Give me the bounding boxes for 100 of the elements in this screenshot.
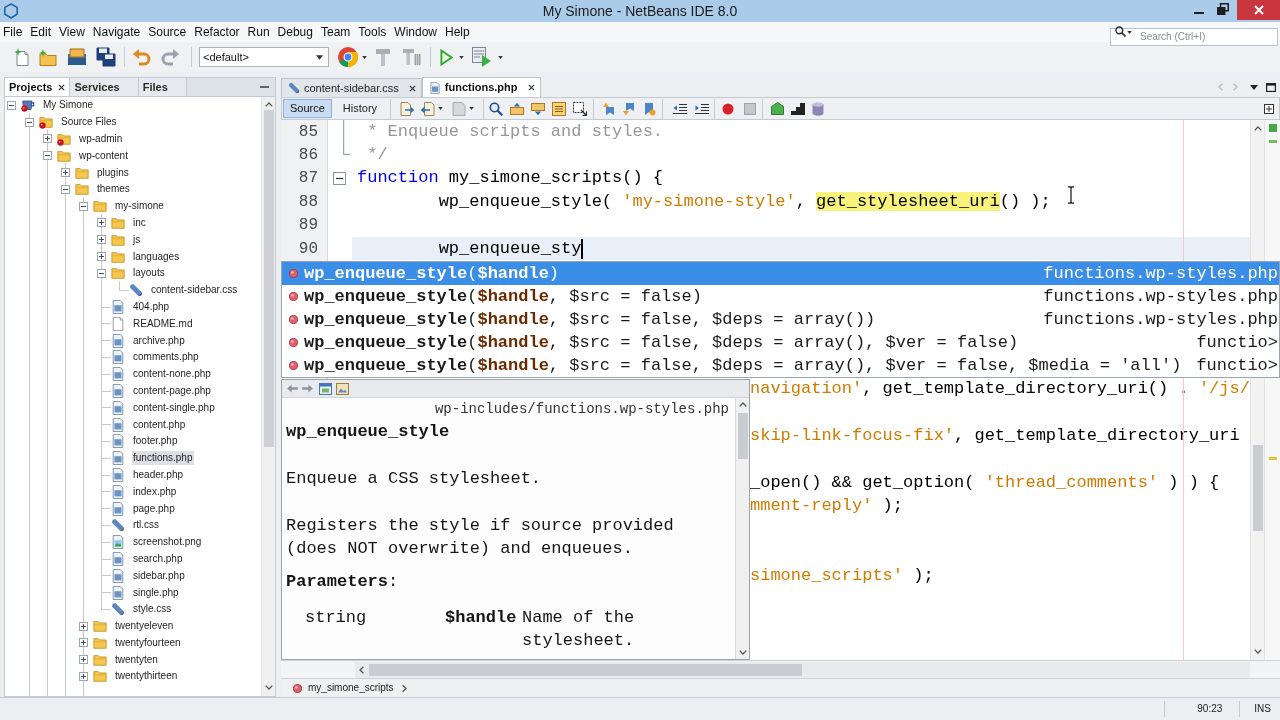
tree-item[interactable]: page.php [132, 501, 176, 516]
record-icon[interactable] [722, 102, 735, 115]
restore-icon[interactable] [1217, 3, 1229, 15]
scrollbar-thumb[interactable] [1252, 445, 1263, 531]
editor-tab[interactable]: functions.php [421, 77, 541, 97]
browser-icon[interactable] [338, 47, 358, 67]
highlight-icon[interactable] [552, 101, 567, 116]
tree-item[interactable]: sidebar.php [132, 568, 186, 583]
save-all-icon[interactable] [96, 47, 116, 67]
tree-item[interactable]: 404.php [132, 299, 171, 314]
image-icon[interactable] [336, 382, 349, 395]
menu-item[interactable]: Window [391, 24, 441, 40]
collapse-icon[interactable] [97, 268, 106, 278]
tree-item[interactable]: content-none.php [132, 367, 212, 382]
tree-item[interactable]: js [132, 232, 142, 247]
expand-icon[interactable] [97, 235, 106, 245]
scroll-down-icon[interactable] [738, 650, 747, 655]
menu-item[interactable]: File [0, 24, 26, 40]
menu-item[interactable]: Navigate [89, 24, 144, 40]
scroll-down-icon[interactable] [264, 685, 273, 690]
scroll-left-icon[interactable] [359, 665, 364, 674]
caret-icon[interactable] [459, 55, 464, 59]
selection-icon[interactable] [573, 101, 588, 116]
view-tab[interactable]: History [335, 99, 385, 118]
tree-item[interactable]: content.php [132, 417, 187, 432]
tree-item[interactable]: functions.php [132, 451, 194, 466]
play-icon[interactable] [440, 48, 453, 66]
scroll-down-icon[interactable] [1253, 649, 1262, 654]
caret-icon[interactable] [469, 107, 475, 110]
tree-item[interactable]: layouts [132, 266, 166, 281]
tree-item[interactable]: index.php [132, 484, 178, 499]
scroll-up-icon[interactable] [1253, 126, 1262, 131]
scroll-up-icon[interactable] [264, 102, 273, 107]
menu-item[interactable]: View [56, 24, 88, 40]
tree-item[interactable]: plugins [96, 165, 130, 180]
scrollbar-thumb[interactable] [737, 413, 748, 459]
tree-item[interactable]: my-simone [114, 199, 165, 214]
expand-icon[interactable] [79, 638, 88, 648]
menu-item[interactable]: Debug [274, 24, 316, 40]
dropdown-icon[interactable] [1250, 85, 1258, 90]
panel-tab[interactable]: Projects [5, 78, 71, 96]
search-icon[interactable] [1115, 26, 1126, 37]
bookmark-previous-icon[interactable] [602, 101, 617, 116]
expand-icon[interactable] [79, 621, 88, 631]
search-icon[interactable] [489, 101, 504, 116]
menu-item[interactable]: Help [442, 24, 473, 40]
tree-item[interactable]: twentythirteen [114, 669, 179, 684]
document-back-icon[interactable] [421, 101, 436, 116]
database-icon[interactable] [812, 101, 825, 116]
collapse-icon[interactable] [79, 201, 88, 211]
tree-item[interactable]: My Simone [42, 98, 94, 113]
expand-icon[interactable] [97, 252, 106, 262]
caret-icon[interactable] [1127, 31, 1132, 34]
tree-item[interactable]: content-single.php [132, 400, 216, 415]
tree-item[interactable]: wp-admin [78, 132, 124, 146]
tree-item[interactable]: content-sidebar.css [150, 283, 239, 298]
caret-icon[interactable] [498, 55, 503, 59]
close-icon[interactable] [408, 84, 416, 92]
tree-item[interactable]: header.php [132, 467, 185, 482]
menu-item[interactable]: Team [318, 24, 354, 40]
close-icon[interactable] [527, 84, 535, 91]
new-file-icon[interactable] [14, 48, 30, 66]
expand-icon[interactable] [79, 655, 88, 665]
indent-left-icon[interactable] [673, 102, 688, 115]
menu-item[interactable]: Tools [355, 24, 390, 40]
tree-item[interactable]: twentyeleven [114, 619, 175, 634]
menu-item[interactable]: Refactor [191, 24, 243, 40]
open-project-icon[interactable] [67, 48, 87, 66]
maximize-icon[interactable] [1266, 83, 1276, 92]
tree-item[interactable]: search.php [132, 551, 184, 566]
collapse-icon[interactable] [7, 100, 16, 110]
tree-item[interactable]: comments.php [132, 350, 200, 365]
collapse-icon[interactable] [25, 117, 34, 127]
tree-item[interactable]: rtl.css [132, 518, 161, 533]
bookmark-icon[interactable] [642, 101, 657, 116]
tree-item[interactable]: twentyfourteen [114, 635, 182, 650]
scrollbar-thumb[interactable] [263, 110, 274, 447]
find-next-icon[interactable] [531, 101, 546, 116]
close-button[interactable] [1237, 0, 1280, 20]
expand-icon[interactable] [79, 672, 88, 681]
tree-item[interactable]: archive.php [132, 333, 186, 348]
tree-item[interactable]: content-page.php [132, 383, 212, 398]
expand-icon[interactable] [43, 134, 52, 144]
tree-item[interactable]: wp-content [78, 148, 129, 163]
caret-icon[interactable] [362, 55, 367, 59]
menu-item[interactable]: Run [244, 24, 273, 40]
tree-item[interactable]: inc [132, 215, 147, 230]
tree-item[interactable]: single.php [132, 585, 180, 600]
bookmark-next-icon[interactable] [622, 101, 637, 116]
tree-item[interactable]: style.css [132, 602, 173, 617]
expand-icon[interactable] [97, 218, 106, 228]
browser-window-icon[interactable] [319, 382, 332, 395]
view-tab[interactable]: Source [283, 99, 332, 118]
chevron-right-icon[interactable] [401, 683, 407, 693]
breadcrumb-item[interactable]: my_simone_scripts [308, 681, 394, 695]
configuration-dropdown[interactable]: <default> [199, 47, 329, 67]
fold-collapse-icon[interactable] [333, 171, 346, 185]
steps-icon[interactable] [791, 102, 806, 115]
menu-item[interactable]: Source [145, 24, 190, 40]
tree-item[interactable]: twentyten [114, 652, 159, 667]
